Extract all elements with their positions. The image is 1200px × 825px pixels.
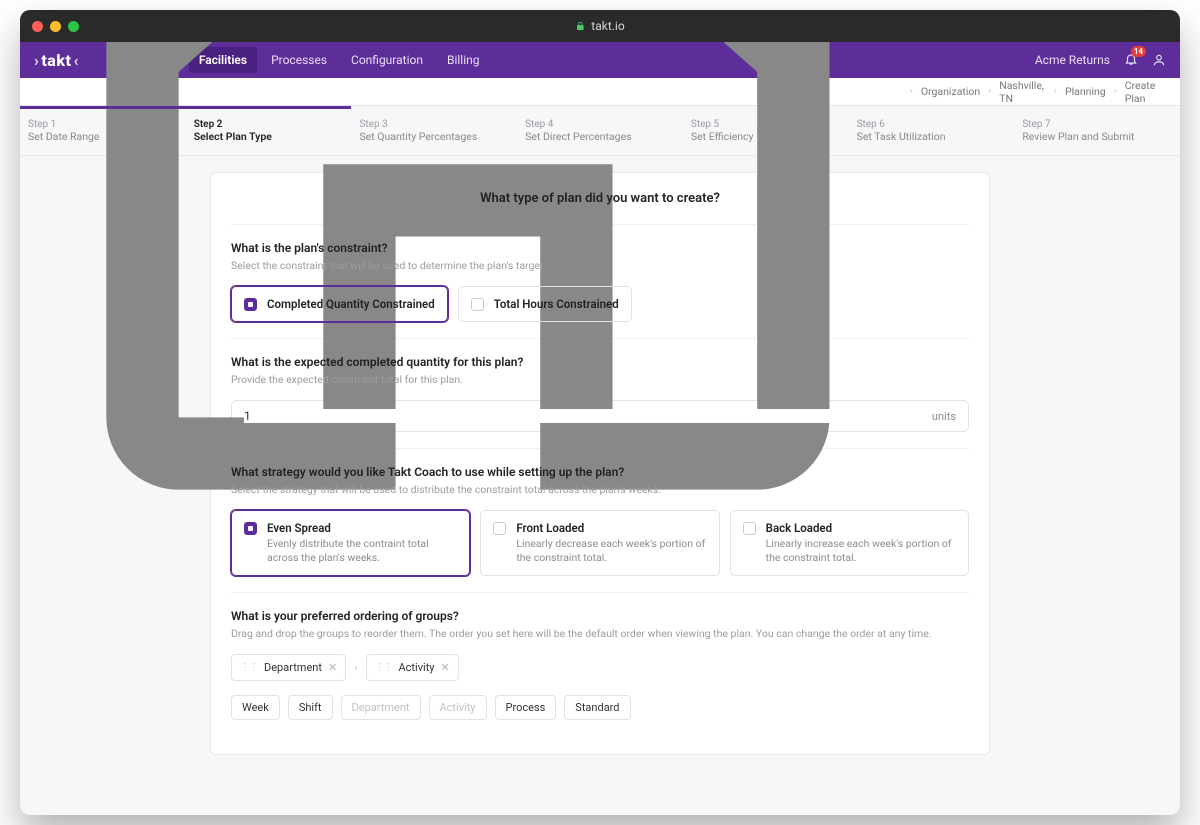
step-1[interactable]: Step 1Set Date Range	[20, 106, 186, 155]
checkbox-icon	[244, 298, 257, 311]
step-num: Step 1	[28, 119, 178, 130]
available-group-chip: Activity	[429, 695, 487, 720]
traffic-lights	[32, 21, 79, 32]
lock-icon	[575, 21, 585, 31]
step-num: Step 7	[1022, 119, 1172, 130]
remove-icon[interactable]: ✕	[328, 661, 337, 674]
drag-handle-icon: ⋮⋮	[240, 662, 258, 673]
chevron-right-icon: ›	[988, 86, 991, 97]
selected-groups: ⋮⋮ Department ✕ › ⋮⋮ Activity ✕	[231, 654, 969, 681]
section-groups: What is your preferred ordering of group…	[231, 592, 969, 736]
checkbox-icon	[244, 522, 257, 535]
chevron-right-icon: ›	[1054, 86, 1057, 97]
address-bar[interactable]: takt.io	[575, 19, 624, 33]
breadcrumb-item[interactable]: Planning	[1065, 85, 1106, 98]
step-label: Set Efficiency	[691, 130, 841, 143]
group-chip[interactable]: ⋮⋮ Department ✕	[231, 654, 346, 681]
constraint-option[interactable]: Completed Quantity Constrained	[231, 286, 448, 322]
window-close[interactable]	[32, 21, 43, 32]
step-num: Step 3	[359, 119, 509, 130]
constraint-option[interactable]: Total Hours Constrained	[458, 286, 632, 322]
available-group-chip[interactable]: Shift	[288, 695, 333, 720]
remove-icon[interactable]: ✕	[441, 661, 450, 674]
step-num: Step 2	[194, 119, 344, 130]
chevron-right-icon: ›	[354, 661, 357, 674]
step-label: Review Plan and Submit	[1022, 130, 1172, 143]
section-subtext: Drag and drop the groups to reorder them…	[231, 627, 969, 640]
available-group-chip[interactable]: Process	[495, 695, 557, 720]
chevron-right-icon: ›	[910, 86, 913, 97]
breadcrumb-item[interactable]: Create Plan	[1125, 79, 1166, 105]
option-label: Completed Quantity Constrained	[267, 297, 435, 311]
option-desc: Linearly decrease each week's portion of…	[516, 537, 706, 565]
breadcrumb-item[interactable]: Organization	[921, 85, 980, 98]
stepper: Step 1Set Date RangeStep 2Select Plan Ty…	[20, 106, 1180, 156]
step-label: Set Quantity Percentages	[359, 130, 509, 143]
step-7[interactable]: Step 7Review Plan and Submit	[1014, 106, 1180, 155]
available-group-chip[interactable]: Standard	[564, 695, 630, 720]
group-chip[interactable]: ⋮⋮ Activity ✕	[366, 654, 459, 681]
breadcrumb-item[interactable]: Nashville, TN	[999, 79, 1046, 105]
strategy-options: Even Spread Evenly distribute the contrai…	[231, 510, 969, 576]
option-title: Back Loaded	[766, 521, 956, 535]
quantity-suffix: units	[932, 410, 956, 423]
step-2[interactable]: Step 2Select Plan Type	[186, 106, 352, 155]
section-heading: What is your preferred ordering of group…	[231, 609, 969, 623]
window-minimize[interactable]	[50, 21, 61, 32]
strategy-option[interactable]: Back Loaded Linearly increase each week's…	[730, 510, 969, 576]
option-title: Front Loaded	[516, 521, 706, 535]
step-4[interactable]: Step 4Set Direct Percentages	[517, 106, 683, 155]
strategy-option[interactable]: Front Loaded Linearly decrease each week'…	[480, 510, 719, 576]
checkbox-icon	[743, 522, 756, 535]
titlebar: takt.io	[20, 10, 1180, 42]
option-desc: Evenly distribute the contraint total ac…	[267, 537, 457, 565]
available-group-chip[interactable]: Week	[231, 695, 280, 720]
step-label: Set Task Utilization	[857, 130, 1007, 143]
option-desc: Linearly increase each week's portion of…	[766, 537, 956, 565]
step-label: Select Plan Type	[194, 130, 344, 143]
step-label: Set Direct Percentages	[525, 130, 675, 143]
available-group-chip: Department	[341, 695, 421, 720]
option-title: Even Spread	[267, 521, 457, 535]
option-label: Total Hours Constrained	[494, 297, 619, 311]
notifications-button[interactable]: 14	[1124, 52, 1138, 69]
window-maximize[interactable]	[68, 21, 79, 32]
step-num: Step 5	[691, 119, 841, 130]
chip-label: Department	[264, 661, 322, 674]
breadcrumb: › Organization › Nashville, TN › Planning › Cre…	[20, 78, 1180, 106]
chevron-right-icon: ›	[1114, 86, 1117, 97]
quantity-input[interactable]	[244, 409, 932, 423]
user-icon[interactable]	[1152, 53, 1166, 67]
drag-handle-icon: ⋮⋮	[375, 662, 393, 673]
step-num: Step 4	[525, 119, 675, 130]
chip-label: Activity	[399, 661, 435, 674]
step-num: Step 6	[857, 119, 1007, 130]
step-label: Set Date Range	[28, 130, 178, 143]
available-groups: Week Shift Department Activity Process Standa…	[231, 695, 969, 720]
step-3[interactable]: Step 3Set Quantity Percentages	[351, 106, 517, 155]
url-text: takt.io	[591, 19, 624, 33]
step-5[interactable]: Step 5Set Efficiency	[683, 106, 849, 155]
checkbox-icon	[471, 298, 484, 311]
step-6[interactable]: Step 6Set Task Utilization	[849, 106, 1015, 155]
strategy-option[interactable]: Even Spread Evenly distribute the contrai…	[231, 510, 470, 576]
notification-count: 14	[1131, 46, 1146, 57]
checkbox-icon	[493, 522, 506, 535]
browser-window: takt.io takt OrganizationFacilitiesProce…	[20, 10, 1180, 815]
account-name[interactable]: Acme Returns	[1035, 53, 1110, 67]
